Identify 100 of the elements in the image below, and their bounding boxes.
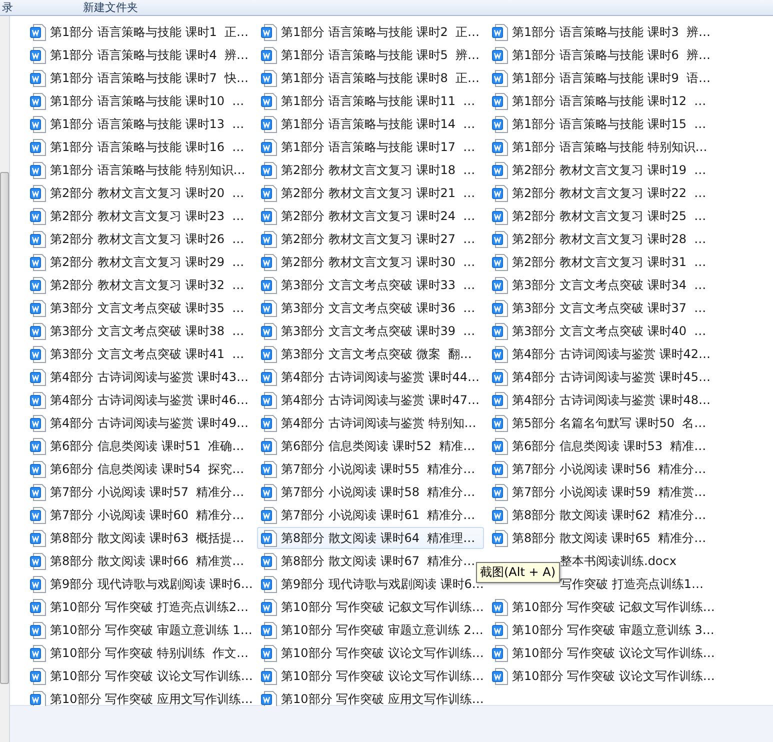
file-item[interactable]: 第3部分 文言文考点突破 课时41 … bbox=[26, 343, 253, 365]
file-name: 第10部分 写作突破 应用文写作训练… bbox=[50, 690, 253, 708]
file-item[interactable]: 第3部分 文言文考点突破 课时40 … bbox=[488, 320, 715, 342]
file-name: 第1部分 语言策略与技能 课时8 正… bbox=[281, 70, 480, 86]
file-item[interactable]: 第4部分 古诗词阅读与鉴赏 课时43… bbox=[26, 366, 253, 388]
file-item[interactable]: 第2部分 教材文言文复习 课时21 … bbox=[257, 182, 484, 204]
file-item[interactable]: 第8部分 散文阅读 课时65 精准分… bbox=[488, 527, 715, 549]
word-document-icon bbox=[261, 668, 277, 684]
word-document-icon bbox=[30, 414, 46, 432]
file-name: 第2部分 教材文言文复习 课时28 … bbox=[512, 230, 706, 248]
file-item[interactable]: 第4部分 古诗词阅读与鉴赏 课时45… bbox=[488, 366, 715, 388]
file-item[interactable]: 第7部分 小说阅读 课时57 精准分… bbox=[26, 481, 253, 503]
file-item[interactable]: 第2部分 教材文言文复习 课时28 … bbox=[488, 228, 715, 250]
file-item[interactable]: 第2部分 教材文言文复习 课时22 … bbox=[488, 182, 715, 204]
toolbar-button[interactable]: 新建文件夹 bbox=[83, 0, 138, 14]
file-item[interactable]: 第4部分 古诗词阅读与鉴赏 课时44… bbox=[257, 366, 484, 388]
file-item[interactable]: 第3部分 文言文考点突破 课时37 … bbox=[488, 297, 715, 319]
file-item[interactable]: 第4部分 古诗词阅读与鉴赏 课时42… bbox=[488, 343, 715, 365]
file-item[interactable]: 第7部分 小说阅读 课时59 精准赏… bbox=[488, 481, 715, 503]
file-item[interactable]: 第1部分 语言策略与技能 课时17 … bbox=[257, 136, 484, 158]
file-item[interactable]: 第6部分 信息类阅读 课时53 精准… bbox=[488, 435, 715, 457]
file-item[interactable]: 第1部分 语言策略与技能 课时4 辨… bbox=[26, 44, 253, 66]
file-item[interactable]: 第2部分 教材文言文复习 课时23 … bbox=[26, 205, 253, 227]
file-item[interactable]: 第1部分 语言策略与技能 课时6 辨… bbox=[488, 44, 715, 66]
file-item[interactable]: 第10部分 写作突破 议论文写作训练… bbox=[257, 665, 484, 687]
file-item[interactable]: 第1部分 语言策略与技能 课时12 … bbox=[488, 90, 715, 112]
file-item[interactable]: 第1部分 语言策略与技能 特别知识… bbox=[488, 136, 715, 158]
file-item[interactable]: 第3部分 文言文考点突破 课时33 … bbox=[257, 274, 484, 296]
file-item[interactable]: 第10部分 写作突破 记叙文写作训练… bbox=[257, 596, 484, 618]
toolbar-button[interactable]: 录 bbox=[2, 0, 13, 14]
file-item[interactable]: 第10部分 写作突破 记叙文写作训练… bbox=[488, 596, 715, 618]
file-item[interactable]: 第6部分 信息类阅读 课时51 准确… bbox=[26, 435, 253, 457]
file-item[interactable]: 第1部分 语言策略与技能 课时3 辨… bbox=[488, 21, 715, 43]
word-document-icon bbox=[261, 644, 277, 662]
file-item[interactable]: 第4部分 古诗词阅读与鉴赏 课时46… bbox=[26, 389, 253, 411]
file-item[interactable]: 第7部分 小说阅读 课时61 精准分… bbox=[257, 504, 484, 526]
file-item[interactable]: 第8部分 散文阅读 课时62 精准分… bbox=[488, 504, 715, 526]
file-item[interactable]: 第10部分 写作突破 议论文写作训练… bbox=[488, 642, 715, 664]
file-item[interactable]: 第4部分 古诗词阅读与鉴赏 课时49… bbox=[26, 412, 253, 434]
file-item[interactable]: 第10部分 写作突破 特别训练 作文… bbox=[26, 642, 253, 664]
file-item[interactable]: 第10部分 写作突破 议论文写作训练… bbox=[257, 642, 484, 664]
file-item[interactable]: 第2部分 教材文言文复习 课时32 … bbox=[26, 274, 253, 296]
file-item[interactable]: 第1部分 语言策略与技能 课时13 … bbox=[26, 113, 253, 135]
file-item[interactable]: 第4部分 古诗词阅读与鉴赏 课时48… bbox=[488, 389, 715, 411]
file-item[interactable]: 第1部分 语言策略与技能 课时16 … bbox=[26, 136, 253, 158]
file-item[interactable]: 第4部分 古诗词阅读与鉴赏 课时47… bbox=[257, 389, 484, 411]
file-item[interactable]: 第1部分 语言策略与技能 课时15 … bbox=[488, 113, 715, 135]
file-item[interactable]: 第8部分 散文阅读 课时66 精准赏… bbox=[26, 550, 253, 572]
file-item[interactable]: 第3部分 文言文考点突破 课时35 … bbox=[26, 297, 253, 319]
file-item[interactable]: 第1部分 语言策略与技能 课时8 正… bbox=[257, 67, 484, 89]
file-item[interactable]: 第7部分 小说阅读 课时56 精准分… bbox=[488, 458, 715, 480]
file-item[interactable]: 第2部分 教材文言文复习 课时20 … bbox=[26, 182, 253, 204]
file-item[interactable]: 第2部分 教材文言文复习 课时18 … bbox=[257, 159, 484, 181]
file-item[interactable]: 第2部分 教材文言文复习 课时31 … bbox=[488, 251, 715, 273]
file-item[interactable]: 第3部分 文言文考点突破 微案 翻… bbox=[257, 343, 484, 365]
file-item[interactable]: 第1部分 语言策略与技能 课时14 … bbox=[257, 113, 484, 135]
file-item[interactable]: 第7部分 小说阅读 课时58 精准分… bbox=[257, 481, 484, 503]
file-item[interactable]: 第6部分 信息类阅读 课时52 精准… bbox=[257, 435, 484, 457]
file-item[interactable]: 第8部分 散文阅读 课时63 概括提… bbox=[26, 527, 253, 549]
file-name: 第10部分 写作突破 议论文写作训练… bbox=[50, 668, 253, 684]
file-item[interactable]: 第10部分 写作突破 审题立意训练 2… bbox=[257, 619, 484, 641]
scrollbar-thumb[interactable] bbox=[0, 172, 9, 684]
word-document-icon bbox=[30, 530, 46, 546]
file-item[interactable]: 第10部分 写作突破 议论文写作训练… bbox=[26, 665, 253, 687]
file-item[interactable]: 第1部分 语言策略与技能 课时10 … bbox=[26, 90, 253, 112]
file-item[interactable]: 第2部分 教材文言文复习 课时27 … bbox=[257, 228, 484, 250]
file-item[interactable]: 第8部分 散文阅读 课时64 精准理… bbox=[257, 527, 484, 549]
file-name: 第4部分 古诗词阅读与鉴赏 课时43… bbox=[50, 368, 249, 386]
file-item[interactable]: 第1部分 语言策略与技能 课时5 辨… bbox=[257, 44, 484, 66]
file-item[interactable]: 第5部分 名篇名句默写 课时50 名… bbox=[488, 412, 715, 434]
file-item[interactable]: 第3部分 文言文考点突破 课时34 … bbox=[488, 274, 715, 296]
file-item[interactable]: 第10部分 写作突破 审题立意训练 3… bbox=[488, 619, 715, 641]
file-item[interactable]: 第1部分 语言策略与技能 课时7 快… bbox=[26, 67, 253, 89]
file-name: 第4部分 古诗词阅读与鉴赏 课时47… bbox=[281, 392, 480, 408]
file-item[interactable]: 第10部分 写作突破 审题立意训练 1… bbox=[26, 619, 253, 641]
file-item[interactable]: 第10部分 写作突破 打造亮点训练2… bbox=[26, 596, 253, 618]
file-item[interactable]: 第3部分 文言文考点突破 课时39 … bbox=[257, 320, 484, 342]
file-item[interactable]: 第1部分 语言策略与技能 特别知识… bbox=[26, 159, 253, 181]
file-item[interactable]: 第2部分 教材文言文复习 课时30 … bbox=[257, 251, 484, 273]
file-item[interactable]: 第9部分 现代诗歌与戏剧阅读 课时6… bbox=[26, 573, 253, 595]
file-item[interactable]: 第3部分 文言文考点突破 课时36 … bbox=[257, 297, 484, 319]
word-document-icon bbox=[30, 506, 46, 524]
file-item[interactable]: 第6部分 信息类阅读 课时54 探究… bbox=[26, 458, 253, 480]
file-item[interactable]: 第7部分 小说阅读 课时55 精准分… bbox=[257, 458, 484, 480]
word-document-icon bbox=[30, 484, 46, 500]
file-item[interactable]: 第7部分 小说阅读 课时60 精准分… bbox=[26, 504, 253, 526]
file-item[interactable]: 第2部分 教材文言文复习 课时24 … bbox=[257, 205, 484, 227]
file-item[interactable]: 第1部分 语言策略与技能 课时11 … bbox=[257, 90, 484, 112]
file-item[interactable]: 第1部分 语言策略与技能 课时9 语… bbox=[488, 67, 715, 89]
file-item[interactable]: 第3部分 文言文考点突破 课时38 … bbox=[26, 320, 253, 342]
file-item[interactable]: 第1部分 语言策略与技能 课时2 正… bbox=[257, 21, 484, 43]
word-document-icon bbox=[261, 300, 277, 316]
file-item[interactable]: 第2部分 教材文言文复习 课时29 … bbox=[26, 251, 253, 273]
file-item[interactable]: 第4部分 古诗词阅读与鉴赏 特别知… bbox=[257, 412, 484, 434]
file-item[interactable]: 第10部分 写作突破 议论文写作训练… bbox=[488, 665, 715, 687]
file-name: 第1部分 语言策略与技能 课时2 正… bbox=[281, 24, 480, 40]
file-item[interactable]: 第1部分 语言策略与技能 课时1 正… bbox=[26, 21, 253, 43]
file-item[interactable]: 第2部分 教材文言文复习 课时25 … bbox=[488, 205, 715, 227]
file-item[interactable]: 第2部分 教材文言文复习 课时19 … bbox=[488, 159, 715, 181]
file-item[interactable]: 第2部分 教材文言文复习 课时26 … bbox=[26, 228, 253, 250]
